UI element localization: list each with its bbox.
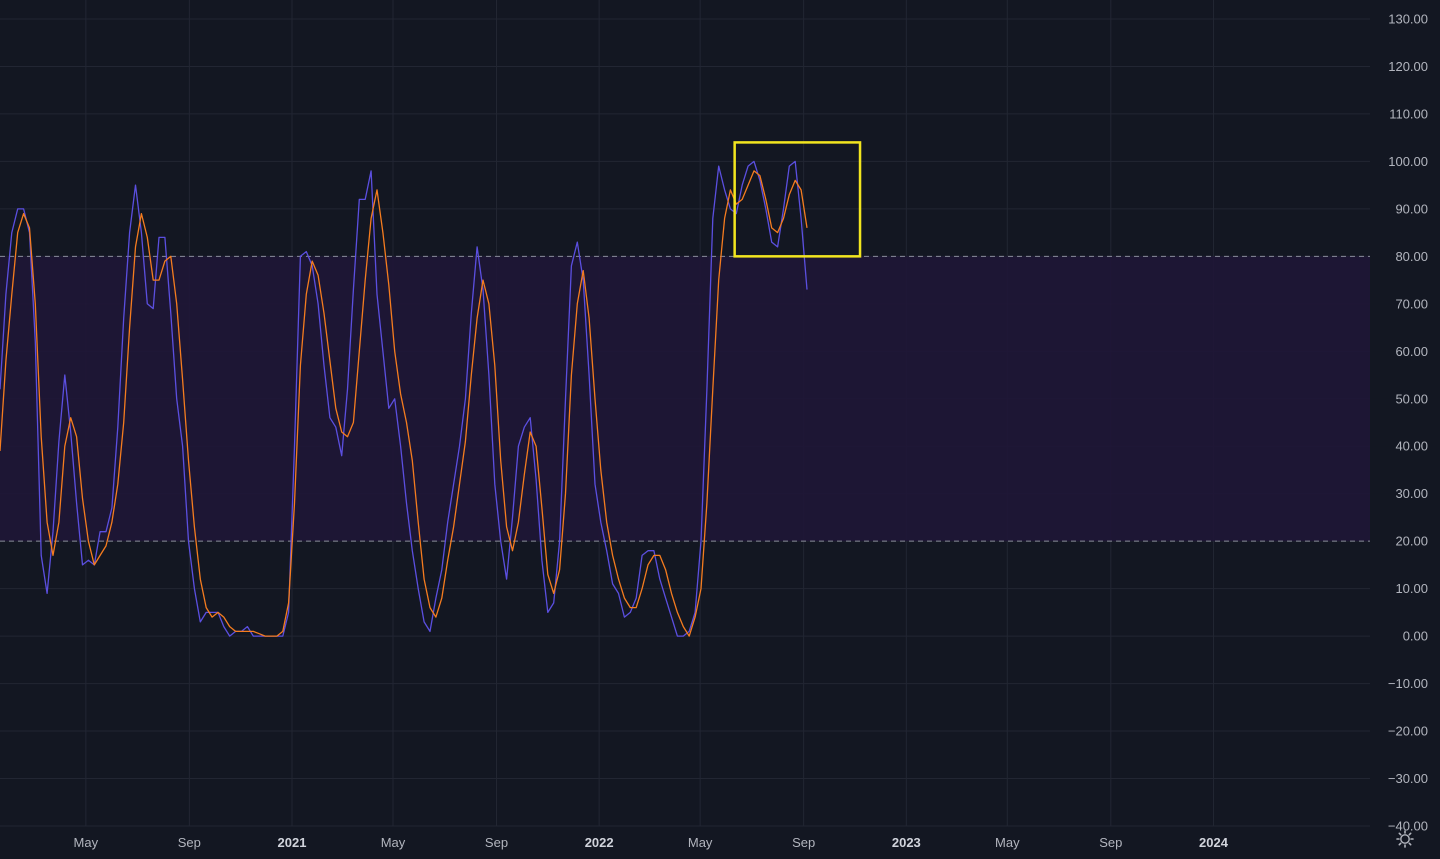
y-tick-label: 90.00: [1395, 201, 1428, 216]
x-tick-label: May: [995, 835, 1020, 850]
x-tick-label: Sep: [178, 835, 201, 850]
gear-icon: [1396, 830, 1414, 848]
y-tick-label: −30.00: [1388, 771, 1428, 786]
x-tick-label: 2022: [585, 835, 614, 850]
y-tick-label: 100.00: [1388, 154, 1428, 169]
stochastic-rsi-chart[interactable]: 130.00 120.00 110.00 100.00 90.00 80.00 70.00 6…: [0, 0, 1440, 854]
y-tick-label: −20.00: [1388, 724, 1428, 739]
overbought-oversold-band: [0, 256, 1370, 542]
x-tick-label: Sep: [792, 835, 815, 850]
band-background: [0, 255, 1370, 542]
chart-settings-button[interactable]: [1394, 828, 1416, 850]
x-tick-label: May: [381, 835, 406, 850]
x-tick-label: 2023: [892, 835, 921, 850]
y-tick-label: 110.00: [1389, 106, 1428, 121]
x-tick-label: 2024: [1199, 835, 1229, 850]
y-tick-label: 80.00: [1395, 249, 1428, 264]
y-tick-label: −10.00: [1388, 676, 1428, 691]
x-tick-label: 2021: [278, 835, 307, 850]
y-tick-label: 10.00: [1395, 581, 1428, 596]
y-tick-label: 0.00: [1403, 629, 1428, 644]
x-tick-label: Sep: [485, 835, 508, 850]
y-tick-label: 30.00: [1395, 486, 1428, 501]
y-tick-label: 120.00: [1388, 59, 1428, 74]
y-tick-label: 50.00: [1395, 391, 1428, 406]
x-tick-label: Sep: [1099, 835, 1122, 850]
y-tick-label: 130.00: [1388, 11, 1428, 26]
x-tick-label: May: [74, 835, 99, 850]
x-tick-label: May: [688, 835, 713, 850]
y-tick-label: 40.00: [1395, 439, 1428, 454]
y-tick-label: 20.00: [1395, 534, 1428, 549]
y-tick-label: 70.00: [1395, 296, 1428, 311]
y-tick-label: 60.00: [1395, 344, 1428, 359]
chart-canvas[interactable]: 130.00 120.00 110.00 100.00 90.00 80.00 70.00 6…: [0, 0, 1440, 854]
